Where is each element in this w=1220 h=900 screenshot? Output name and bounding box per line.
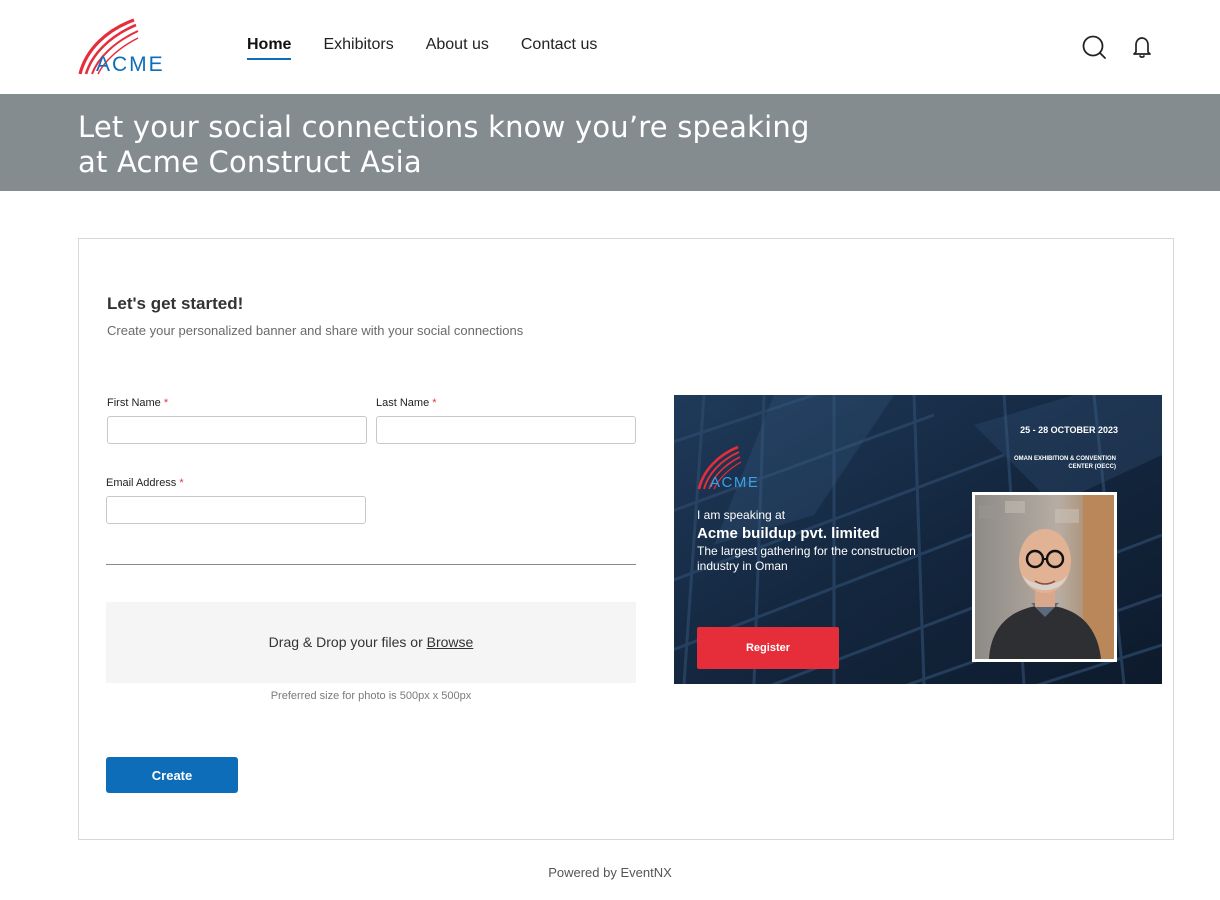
email-label-text: Email Address — [106, 477, 177, 489]
speaking-text: I am speaking at — [697, 508, 786, 522]
card-subtitle: Create your personalized banner and shar… — [107, 323, 524, 338]
nav-home[interactable]: Home — [247, 36, 292, 60]
browse-link[interactable]: Browse — [427, 634, 474, 650]
event-venue: OMAN EXHIBITION & CONVENTION CENTER (OEC… — [1013, 456, 1116, 470]
event-date: 25 - 28 OCTOBER 2023 — [1020, 425, 1118, 435]
preview-logo-wordmark: ACME — [710, 474, 759, 491]
email-label: Email Address * — [106, 477, 184, 489]
powered-by: Powered by EventNX — [548, 865, 672, 880]
hero-banner: Let your social connections know you’re … — [0, 94, 1220, 191]
nav-contact-us[interactable]: Contact us — [521, 36, 597, 60]
dropzone-prompt: Drag & Drop your files or — [268, 634, 423, 650]
bell-icon[interactable] — [1130, 34, 1156, 60]
create-button[interactable]: Create — [106, 757, 238, 793]
last-name-label-text: Last Name — [376, 397, 430, 409]
file-dropzone[interactable]: Drag & Drop your files or Browse — [106, 602, 636, 683]
logo-wordmark: ACME — [96, 53, 165, 76]
main-nav: Home Exhibitors About us Contact us — [247, 36, 629, 60]
photo-size-hint: Preferred size for photo is 500px x 500p… — [270, 690, 472, 702]
banner-creator-card: Let's get started! Create your personali… — [78, 238, 1174, 840]
last-name-label: Last Name * — [376, 397, 437, 409]
nav-about-us[interactable]: About us — [426, 36, 489, 60]
first-name-input[interactable] — [107, 416, 367, 444]
top-header: ACME Home Exhibitors About us Contact us — [0, 0, 1220, 94]
speaker-photo — [972, 492, 1117, 662]
banner-preview: 25 - 28 OCTOBER 2023 OMAN EXHIBITION & C… — [674, 395, 1162, 684]
dropzone-text: Drag & Drop your files or Browse — [106, 634, 636, 650]
event-tagline: The largest gathering for the constructi… — [697, 544, 916, 573]
form-divider — [106, 564, 636, 565]
first-name-label: First Name * — [107, 397, 168, 409]
nav-exhibitors[interactable]: Exhibitors — [323, 36, 393, 60]
preview-acme-logo: ACME — [696, 443, 776, 493]
search-icon[interactable] — [1081, 34, 1107, 60]
register-button[interactable]: Register — [697, 627, 839, 669]
email-input[interactable] — [106, 496, 366, 524]
first-name-label-text: First Name — [107, 397, 161, 409]
required-mark: * — [163, 397, 169, 409]
company-name: Acme buildup pvt. limited — [697, 525, 880, 542]
required-mark: * — [179, 477, 184, 489]
acme-logo[interactable]: ACME — [76, 16, 188, 78]
last-name-input[interactable] — [376, 416, 636, 444]
required-mark: * — [432, 397, 437, 409]
page-title: Let your social connections know you’re … — [78, 110, 810, 179]
card-title: Let's get started! — [107, 294, 244, 313]
